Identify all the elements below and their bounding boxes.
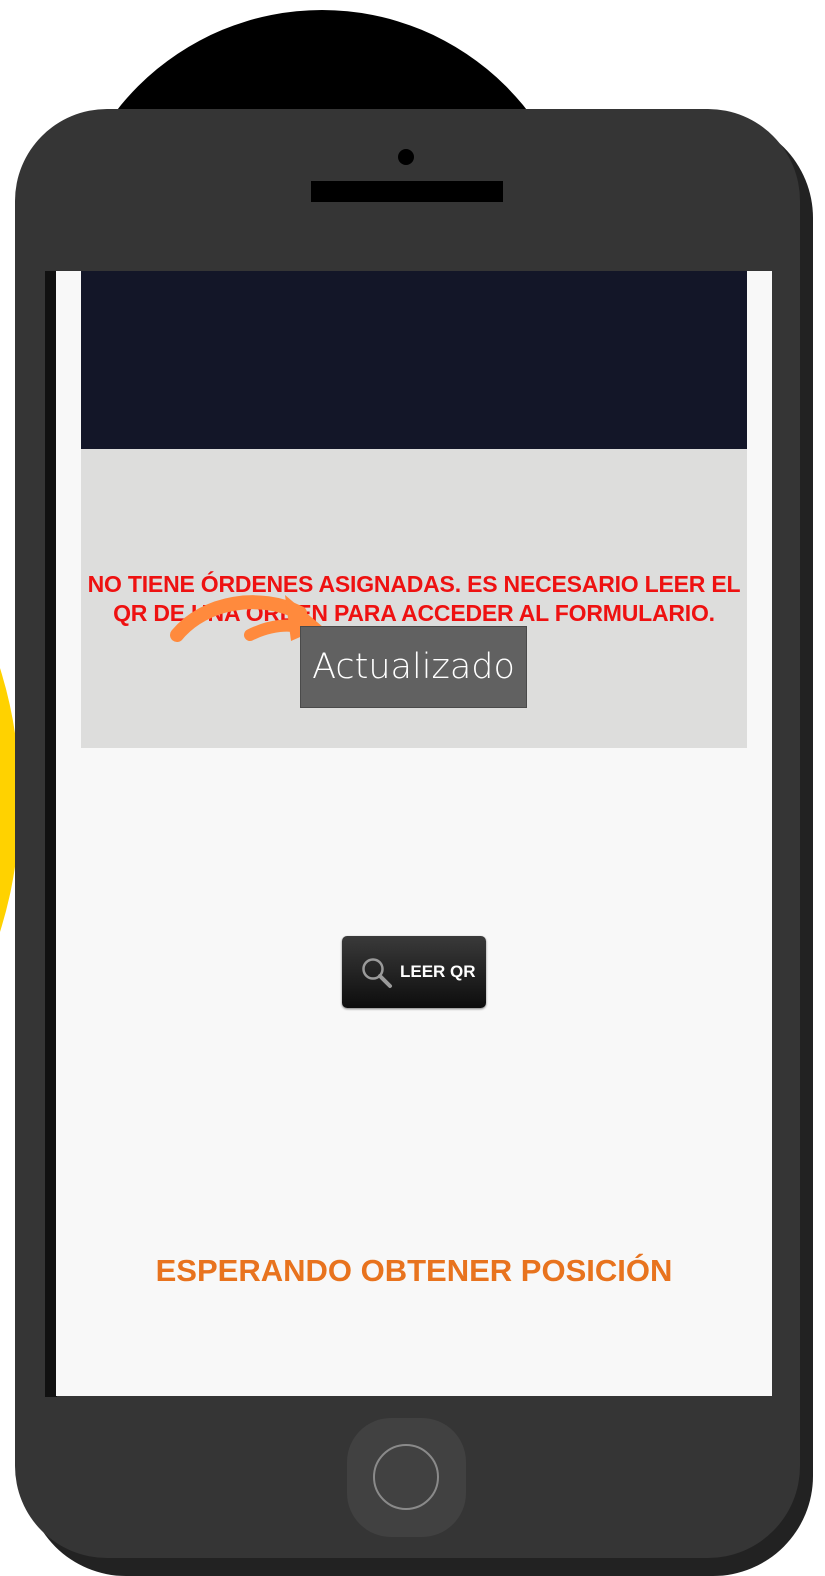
app-screen: NO TIENE ÓRDENES ASIGNADAS. ES NECESARIO… bbox=[56, 271, 772, 1396]
read-qr-button[interactable]: LEER QR bbox=[342, 936, 486, 1008]
updated-toast: Actualizado bbox=[300, 626, 527, 708]
mockup-stage: NO TIENE ÓRDENES ASIGNADAS. ES NECESARIO… bbox=[0, 0, 825, 1576]
search-icon bbox=[362, 958, 392, 988]
phone-speaker bbox=[311, 181, 503, 202]
front-camera bbox=[398, 149, 414, 165]
home-button[interactable] bbox=[347, 1418, 466, 1537]
read-qr-label: LEER QR bbox=[400, 962, 476, 981]
home-button-ring bbox=[373, 1444, 439, 1510]
app-header bbox=[81, 271, 747, 449]
position-status: ESPERANDO OBTENER POSICIÓN bbox=[155, 1253, 673, 1288]
